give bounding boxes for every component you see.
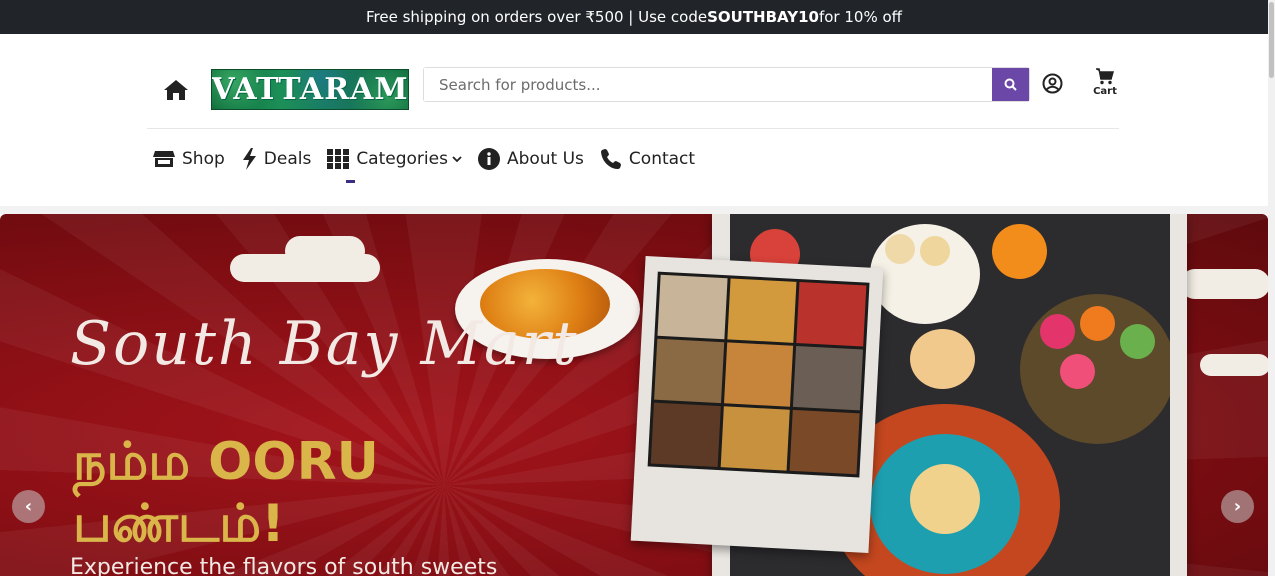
carousel-prev-button[interactable]: ‹	[12, 490, 45, 523]
hero-tagline: Experience the flavors of south sweets	[70, 555, 498, 576]
search-input[interactable]	[424, 68, 992, 101]
cart-label: Cart	[1093, 86, 1117, 97]
nav-deals-label: Deals	[263, 149, 312, 169]
page-scrollbar[interactable]	[1268, 0, 1275, 576]
sweets-collage	[630, 255, 884, 554]
store-icon	[153, 151, 175, 167]
site-header: VATTARAM Cart Shop Deals Categories	[0, 34, 1268, 206]
cloud-decoration	[1200, 354, 1268, 376]
sweet-item	[920, 236, 950, 266]
hero-carousel[interactable]: South Bay Mart நம்ம OORU பண்டம்! Experie…	[0, 214, 1268, 576]
carousel-next-button[interactable]: ›	[1221, 490, 1254, 523]
nav-shop[interactable]: Shop	[153, 149, 225, 169]
sweet-item	[1120, 324, 1155, 359]
bolt-icon	[242, 148, 256, 170]
nav-categories[interactable]: Categories	[327, 149, 462, 183]
info-icon	[477, 148, 500, 170]
sweet-item	[1060, 354, 1095, 389]
announcement-suffix: for 10% off	[818, 8, 902, 26]
chevron-down-icon	[452, 156, 462, 163]
scrollbar-thumb[interactable]	[1269, 2, 1274, 78]
search-bar	[423, 67, 1030, 102]
cart-icon	[1096, 68, 1114, 85]
user-icon	[1042, 73, 1063, 94]
hero-headline-line1: நம்ம OORU	[73, 432, 379, 492]
sweet-item	[910, 329, 975, 389]
cart-button[interactable]: Cart	[1090, 68, 1120, 97]
grid-icon	[327, 149, 350, 169]
sweet-item	[1080, 306, 1115, 341]
phone-icon	[600, 149, 621, 169]
search-icon	[1004, 78, 1017, 91]
cloud-decoration	[230, 254, 380, 282]
sweet-item	[1040, 314, 1075, 349]
sweet-item	[910, 464, 980, 534]
nav-deals[interactable]: Deals	[241, 148, 312, 170]
main-nav: Shop Deals Categories About Us Contact	[153, 146, 711, 183]
sweet-item	[885, 234, 915, 264]
nav-shop-label: Shop	[182, 149, 225, 169]
announcement-text: Free shipping on orders over ₹500 | Use …	[366, 8, 708, 26]
nav-contact[interactable]: Contact	[600, 148, 695, 170]
nav-contact-label: Contact	[628, 149, 696, 169]
announcement-bar: Free shipping on orders over ₹500 | Use …	[0, 0, 1268, 34]
hero-script-title: South Bay Mart	[70, 309, 579, 379]
cloud-decoration	[1180, 269, 1268, 299]
site-logo[interactable]: VATTARAM	[211, 69, 409, 110]
home-icon[interactable]	[163, 78, 189, 102]
nav-about[interactable]: About Us	[477, 148, 584, 170]
hero-headline-line2: பண்டம்!	[73, 494, 285, 554]
sweet-item	[992, 224, 1047, 279]
nav-categories-label: Categories	[356, 149, 448, 169]
logo-text: VATTARAM	[211, 72, 409, 107]
header-shadow	[0, 206, 1268, 214]
active-indicator	[346, 180, 356, 183]
header-divider	[147, 128, 1119, 129]
account-button[interactable]	[1042, 73, 1063, 94]
search-button[interactable]	[992, 68, 1029, 101]
nav-about-label: About Us	[506, 149, 584, 169]
promo-code: SOUTHBAY10	[707, 8, 819, 26]
